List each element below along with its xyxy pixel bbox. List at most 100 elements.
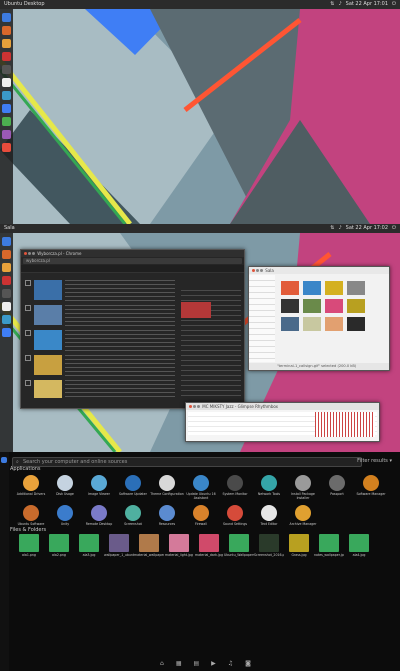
apps-lens-icon[interactable]: ▦	[176, 660, 182, 667]
maximize-icon[interactable]	[197, 405, 200, 408]
app-launcher-item[interactable]: Archive Manager	[286, 503, 320, 533]
file-thumbnail[interactable]	[303, 281, 321, 295]
file-result-item[interactable]: material_light.jpg	[164, 534, 194, 561]
network-icon[interactable]: ⇅	[330, 0, 334, 9]
file-thumbnail[interactable]	[347, 281, 365, 295]
file-result-item[interactable]: ala1.png	[14, 534, 44, 561]
app-launcher-item[interactable]: Screenshot	[116, 503, 150, 533]
list-item[interactable]	[25, 380, 175, 400]
list-item[interactable]	[25, 355, 175, 377]
app-launcher-item[interactable]: Theme Configuration	[150, 473, 184, 503]
file-result-item[interactable]: ala4.jpg	[344, 534, 374, 561]
file-result-item[interactable]: material_dark.jpg	[194, 534, 224, 561]
photo-lens-icon[interactable]: ◙	[245, 660, 251, 667]
file-thumbnail[interactable]	[325, 281, 343, 295]
video-lens-icon[interactable]: ▶	[211, 660, 216, 667]
browser-window[interactable]: Wyborcza.pl - Chrome wyborcza.pl	[20, 249, 245, 409]
dash-icon[interactable]	[2, 237, 11, 246]
places-sidebar[interactable]	[249, 275, 275, 362]
app-launcher-item[interactable]: Additional Drivers	[14, 473, 48, 503]
settings-icon[interactable]	[2, 315, 11, 324]
power-icon[interactable]: ⏻	[392, 224, 396, 233]
file-result-item[interactable]: wallpaper_1_ubuntu.jpg	[104, 534, 134, 561]
app-launcher-item[interactable]: Remote Desktop	[82, 503, 116, 533]
app-launcher-item[interactable]: Sound Settings	[218, 503, 252, 533]
app-launcher-item[interactable]: Network Tools	[252, 473, 286, 503]
clock[interactable]: Sat 22 Apr 17:01	[346, 0, 388, 9]
dash-icon[interactable]	[2, 13, 11, 22]
file-thumbnail[interactable]	[347, 299, 365, 313]
sidebar	[181, 290, 241, 400]
file-thumbnail[interactable]	[347, 317, 365, 331]
files-icon[interactable]	[2, 250, 11, 259]
list-item[interactable]	[25, 280, 175, 302]
files-lens-icon[interactable]: ▤	[193, 660, 199, 667]
firefox-icon[interactable]	[2, 39, 11, 48]
app-launcher-item[interactable]: Software Updater	[116, 473, 150, 503]
file-result-item[interactable]: notes_wallpaper.jpg	[314, 534, 344, 561]
minimize-icon[interactable]	[256, 269, 259, 272]
power-icon[interactable]: ⏻	[392, 0, 396, 9]
app-launcher-item[interactable]: Firewall	[184, 503, 218, 533]
software-icon[interactable]	[2, 276, 11, 285]
app-label: Update Ubuntu 16 Assistant	[186, 492, 216, 500]
app-launcher-item[interactable]: Text Editor	[252, 503, 286, 533]
settings-icon[interactable]	[2, 91, 11, 100]
app-icon[interactable]	[2, 328, 11, 337]
app-launcher-item[interactable]: Unity	[48, 503, 82, 533]
home-lens-icon[interactable]: ⌂	[160, 660, 164, 667]
file-result-item[interactable]: ala3.jpg	[74, 534, 104, 561]
app-launcher-item[interactable]: System Monitor	[218, 473, 252, 503]
file-thumbnail[interactable]	[281, 317, 299, 331]
app-launcher-item[interactable]: Software Manager	[354, 473, 388, 503]
address-bar[interactable]: wyborcza.pl	[23, 258, 242, 264]
app-launcher-item[interactable]: Passport	[320, 473, 354, 503]
document-icon[interactable]	[2, 78, 11, 87]
file-thumbnail[interactable]	[303, 317, 321, 331]
document-icon[interactable]	[2, 302, 11, 311]
close-icon[interactable]	[24, 252, 27, 255]
file-thumbnail[interactable]	[281, 299, 299, 313]
terminal-icon[interactable]	[2, 65, 11, 74]
close-icon[interactable]	[189, 405, 192, 408]
file-thumbnail[interactable]	[281, 281, 299, 295]
minimize-icon[interactable]	[28, 252, 31, 255]
network-icon[interactable]: ⇅	[330, 224, 334, 233]
firefox-icon[interactable]	[2, 263, 11, 272]
filter-results-button[interactable]: Filter results ▾	[357, 458, 392, 464]
dash-icon[interactable]	[1, 457, 7, 463]
app-icon[interactable]	[2, 104, 11, 113]
music-player-window[interactable]: MC MIKSTY Jazz - Glimpse Rhythmbox	[185, 402, 380, 442]
file-result-item[interactable]: ala2.png	[44, 534, 74, 561]
file-thumbnail[interactable]	[325, 317, 343, 331]
app-icon[interactable]	[2, 130, 11, 139]
app-launcher-item[interactable]: Disk Usage	[48, 473, 82, 503]
app-launcher-item[interactable]: Resources	[150, 503, 184, 533]
list-item[interactable]	[25, 305, 175, 327]
terminal-icon[interactable]	[2, 289, 11, 298]
clock[interactable]: Sat 22 Apr 17:02	[346, 224, 388, 233]
maximize-icon[interactable]	[260, 269, 263, 272]
minimize-icon[interactable]	[193, 405, 196, 408]
app-launcher-item[interactable]: Image Viewer	[82, 473, 116, 503]
search-input[interactable]: ⌕ Search your computer and online source…	[12, 457, 362, 467]
app-icon[interactable]	[2, 117, 11, 126]
volume-icon[interactable]: ♪	[338, 0, 341, 9]
close-icon[interactable]	[252, 269, 255, 272]
file-result-item[interactable]: Ubuntu_Wallpapers	[224, 534, 254, 561]
music-lens-icon[interactable]: ♫	[228, 660, 233, 667]
file-thumbnail[interactable]	[325, 299, 343, 313]
list-item[interactable]	[25, 330, 175, 352]
file-result-item[interactable]: Grass.jpg	[284, 534, 314, 561]
app-icon[interactable]	[2, 143, 11, 152]
file-thumbnail[interactable]	[303, 299, 321, 313]
maximize-icon[interactable]	[32, 252, 35, 255]
files-icon[interactable]	[2, 26, 11, 35]
file-result-item[interactable]: material_wallpaper_2.jpg	[134, 534, 164, 561]
software-icon[interactable]	[2, 52, 11, 61]
file-manager-window[interactable]: Sala "terminal-1_callsign.gif" selected …	[248, 266, 390, 371]
volume-icon[interactable]: ♪	[338, 224, 341, 233]
app-launcher-item[interactable]: Update Ubuntu 16 Assistant	[184, 473, 218, 503]
app-launcher-item[interactable]: Install Package Installer	[286, 473, 320, 503]
file-result-item[interactable]: Screenshot_2016.png	[254, 534, 284, 561]
